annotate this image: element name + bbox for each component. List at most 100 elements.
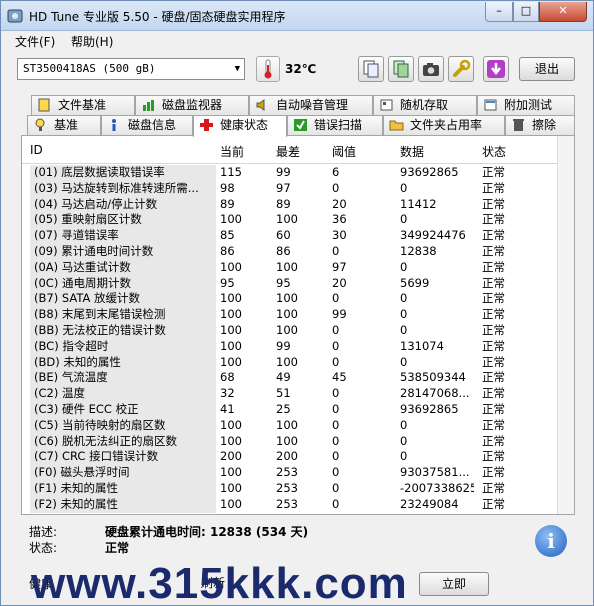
table-row[interactable]: (C7) CRC 接口错误计数 200 200 0 0 正常 (22, 449, 574, 466)
table-row[interactable]: (C6) 脱机无法纠正的扇区数 100 100 0 0 正常 (22, 433, 574, 450)
table-row[interactable]: (F2) 未知的属性 100 253 0 23249084 正常 (22, 496, 574, 513)
threshold-value: 0 (332, 354, 340, 369)
column-header-id[interactable]: ID (30, 143, 43, 157)
column-header-status[interactable]: 状态 (482, 143, 506, 160)
tab-label: 附加测试 (504, 98, 553, 112)
raw-data: 0 (400, 212, 408, 227)
menu-help[interactable]: 帮助(H) (71, 33, 113, 50)
error-scan-icon (293, 118, 308, 132)
raw-data: 0 (400, 323, 408, 337)
hd-tune-app-icon (7, 9, 23, 23)
trash-icon (511, 118, 526, 132)
raw-data: 0 (400, 180, 408, 195)
table-row[interactable]: (04) 马达启动/停止计数 89 89 20 11412 正常 (22, 196, 574, 213)
status-value: 正常 (482, 465, 505, 480)
threshold-value: 0 (332, 291, 340, 306)
current-value: 115 (220, 165, 242, 179)
column-header-data[interactable]: 数据 (400, 143, 424, 160)
current-value: 100 (220, 354, 242, 369)
worst-value: 89 (276, 196, 291, 211)
options-button[interactable] (448, 56, 474, 82)
benchmark-icon (33, 118, 48, 132)
table-row[interactable]: (F1) 未知的属性 100 253 0 -2007338625 正常 (22, 481, 574, 497)
worst-value: 100 (276, 417, 298, 432)
table-row[interactable]: (BC) 指令超时 100 99 0 131074 正常 (22, 338, 574, 355)
tab-label: 错误扫描 (314, 118, 363, 132)
raw-data: 12838 (400, 244, 437, 258)
camera-icon (423, 63, 439, 76)
description-label: 描述: (29, 525, 58, 539)
attribute-name: (C7) CRC 接口错误计数 (30, 449, 216, 466)
exit-button[interactable]: 退出 (519, 57, 575, 81)
current-value: 100 (220, 259, 242, 274)
threshold-value: 20 (332, 196, 347, 211)
info-icon[interactable]: i (535, 525, 567, 557)
worst-value: 49 (276, 370, 291, 385)
smart-table: ID 当前 最差 阈值 数据 状态 (01) 底层数据读取错误率 115 99 6 93… (21, 135, 575, 515)
current-value: 100 (220, 323, 242, 337)
tab-folder-usage[interactable]: 文件夹占用率 (383, 115, 505, 135)
column-header-threshold[interactable]: 阈值 (332, 143, 356, 160)
title-bar[interactable]: HD Tune 专业版 5.50 - 硬盘/固态硬盘实用程序 – □ ✕ (1, 1, 593, 31)
maximize-button[interactable]: □ (513, 2, 539, 22)
minimize-button[interactable]: – (485, 2, 513, 22)
close-button[interactable]: ✕ (539, 2, 587, 22)
copy-info-button[interactable] (358, 56, 384, 82)
table-row[interactable]: (01) 底层数据读取错误率 115 99 6 93692865 正常 (22, 165, 574, 181)
table-row[interactable]: (BD) 未知的属性 100 100 0 0 正常 (22, 354, 574, 371)
attribute-name: (07) 寻道错误率 (30, 228, 216, 244)
tab-erase[interactable]: 擦除 (505, 115, 575, 135)
current-value: 100 (220, 338, 242, 353)
attribute-name: (BE) 气流温度 (30, 370, 216, 387)
table-row[interactable]: (BE) 气流温度 68 49 45 538509344 正常 (22, 370, 574, 387)
current-value: 98 (220, 180, 235, 195)
raw-data: 0 (400, 449, 408, 464)
status-value: 正常 (482, 338, 505, 353)
save-button[interactable] (483, 56, 509, 82)
status-label: 状态: (29, 541, 58, 555)
column-header-current[interactable]: 当前 (220, 143, 244, 160)
health-cross-icon (199, 118, 214, 132)
tab-aam[interactable]: 自动噪音管理 (249, 95, 373, 115)
screenshot-button[interactable] (418, 56, 444, 82)
table-row[interactable]: (09) 累计通电时间计数 86 86 0 12838 正常 (22, 244, 574, 260)
tab-disk-monitor[interactable]: 磁盘监视器 (135, 95, 249, 115)
table-row[interactable]: (0A) 马达重试计数 100 100 97 0 正常 (22, 259, 574, 276)
table-body: (01) 底层数据读取错误率 115 99 6 93692865 正常 (03) 马达旋转到… (22, 165, 574, 515)
menu-file[interactable]: 文件(F) (15, 33, 55, 50)
table-row[interactable]: (C5) 当前待映射的扇区数 100 100 0 0 正常 (22, 417, 574, 434)
copy-screen-button[interactable] (388, 56, 414, 82)
worst-value: 100 (276, 354, 298, 369)
table-row[interactable]: (C3) 硬件 ECC 校正 41 25 0 93692865 正常 (22, 402, 574, 418)
table-row[interactable]: (05) 重映射扇区计数 100 100 36 0 正常 (22, 212, 574, 229)
current-value: 100 (220, 465, 242, 480)
vertical-scrollbar[interactable] (557, 136, 574, 514)
tab-error-scan[interactable]: 错误扫描 (287, 115, 383, 135)
table-row[interactable]: (0C) 通电周期计数 95 95 20 5699 正常 (22, 275, 574, 292)
tab-health[interactable]: 健康状态 (193, 115, 287, 137)
temperature-readout: 32℃ (285, 62, 317, 76)
table-row[interactable]: (BB) 无法校正的错误计数 100 100 0 0 正常 (22, 323, 574, 339)
drive-select[interactable]: ST3500418AS (500 gB) ▼ (17, 58, 245, 80)
tab-extra-tests[interactable]: 附加测试 (477, 95, 575, 115)
attribute-name: (03) 马达旋转到标准转速所需... (30, 180, 216, 197)
refresh-now-button[interactable]: 立即 (419, 572, 489, 596)
table-row[interactable]: (07) 寻道错误率 85 60 30 349924476 正常 (22, 228, 574, 244)
status-value: 正常 (482, 496, 505, 511)
column-header-worst[interactable]: 最差 (276, 143, 300, 160)
table-row[interactable]: (03) 马达旋转到标准转速所需... 98 97 0 0 正常 (22, 180, 574, 197)
table-row[interactable]: (C2) 温度 32 51 0 28147068... 正常 (22, 386, 574, 402)
table-row[interactable]: (B8) 末尾到末尾错误检测 100 100 99 0 正常 (22, 307, 574, 323)
status-value: 正常 (482, 291, 505, 306)
tab-disk-info[interactable]: 磁盘信息 (101, 115, 193, 135)
attribute-name: (01) 底层数据读取错误率 (30, 165, 216, 181)
table-row[interactable]: (F0) 磁头悬浮时间 100 253 0 93037581... 正常 (22, 465, 574, 481)
status-value: 正常 (105, 541, 130, 555)
raw-data: 5699 (400, 275, 430, 290)
attribute-name: (F2) 未知的属性 (30, 496, 216, 513)
tab-random-access[interactable]: 随机存取 (373, 95, 477, 115)
tab-benchmark[interactable]: 基准 (27, 115, 101, 135)
tab-file-benchmark[interactable]: 文件基准 (31, 95, 135, 115)
threshold-value: 20 (332, 275, 347, 290)
table-row[interactable]: (B7) SATA 放缓计数 100 100 0 0 正常 (22, 291, 574, 308)
